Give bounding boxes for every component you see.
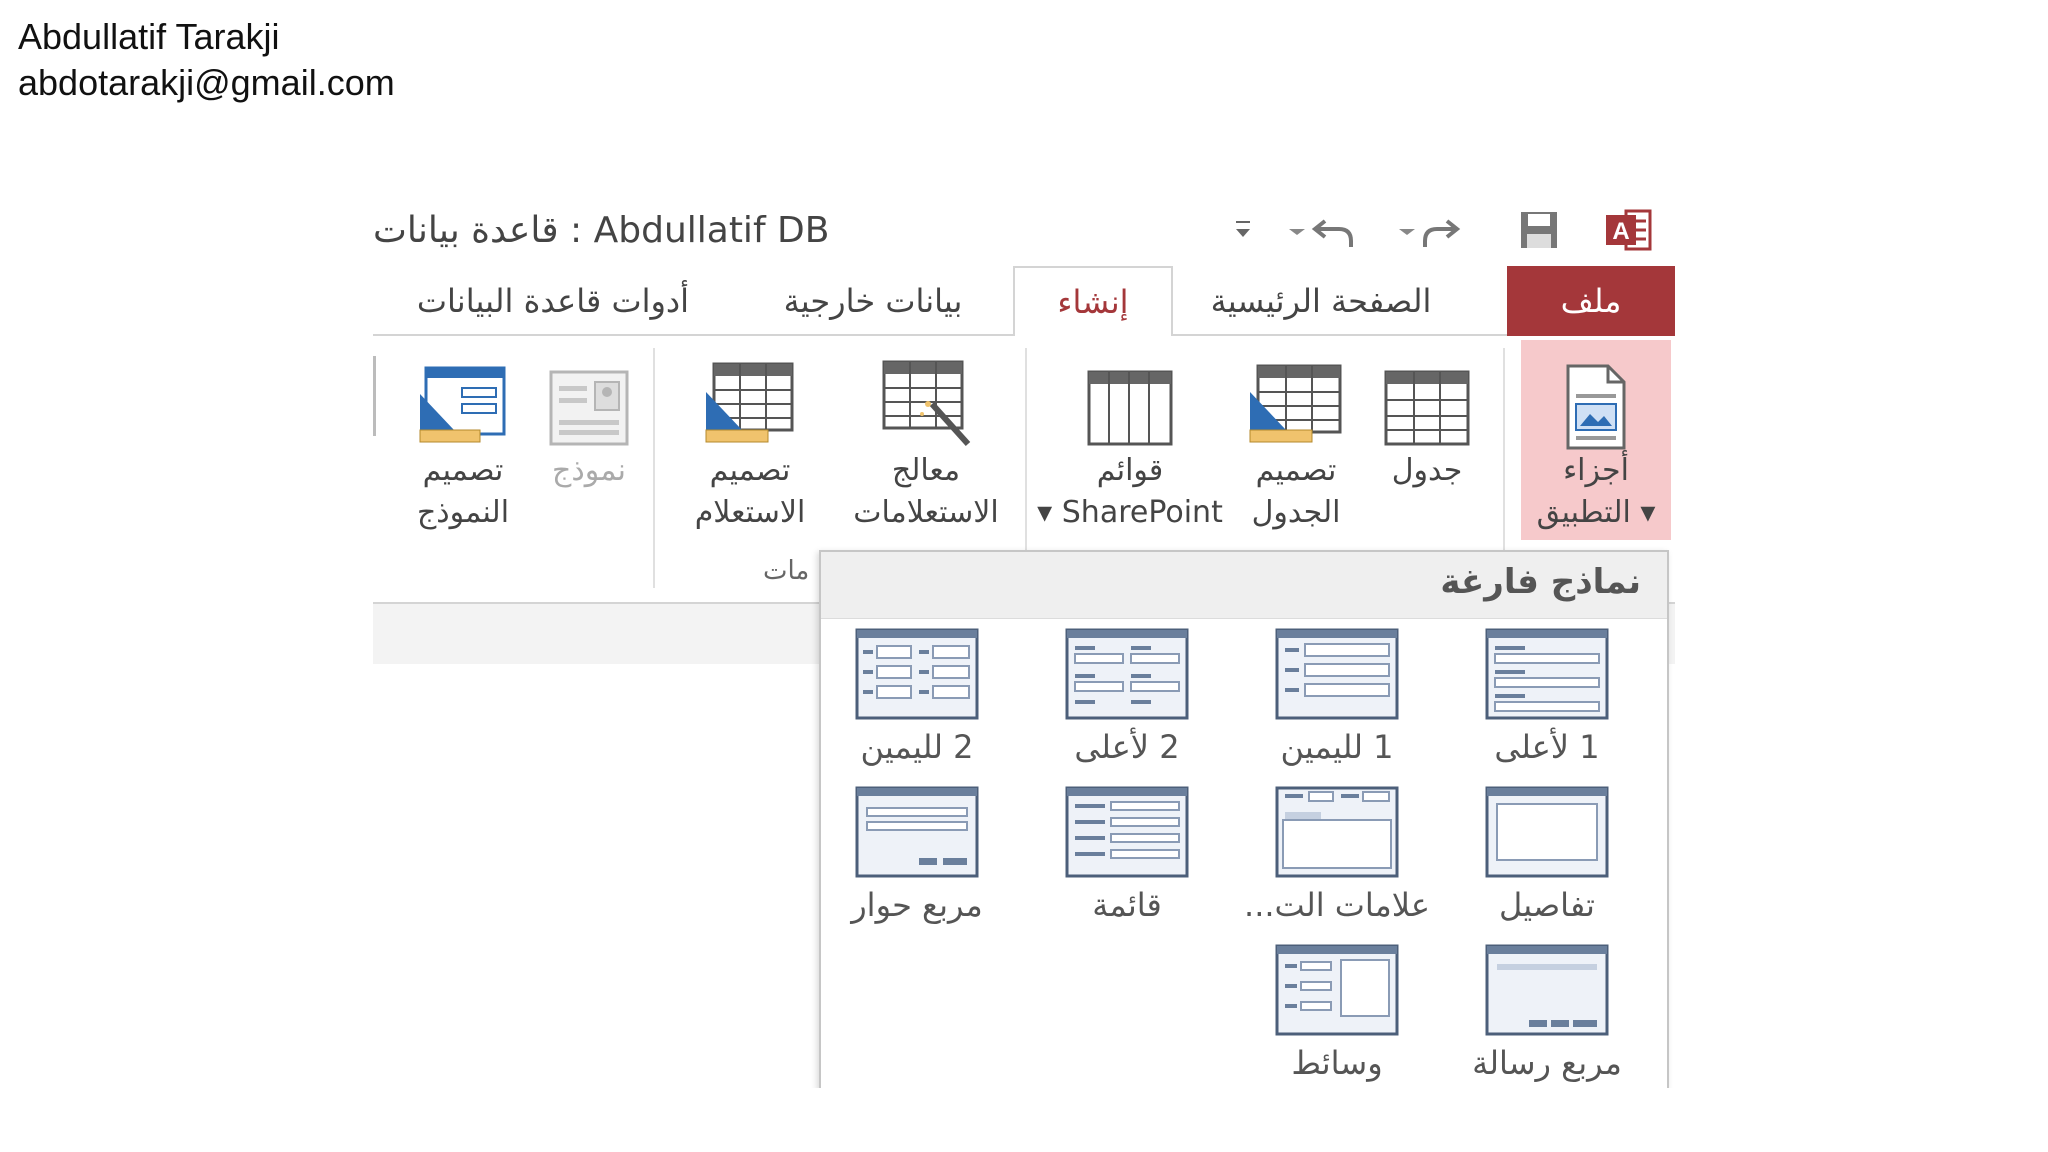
template-label: 1 لأعلى — [1494, 728, 1600, 766]
form-design-label-1: تصميم — [422, 453, 504, 488]
query-design-icon — [704, 350, 796, 450]
template-label: علامات الت... — [1244, 886, 1430, 924]
form-design-icon — [418, 350, 508, 450]
template-label: وسائط — [1291, 1044, 1383, 1082]
table-icon — [1382, 350, 1472, 450]
template-message-box[interactable]: مربع رسالة — [1457, 944, 1637, 1088]
application-parts-icon — [1564, 350, 1628, 450]
author-email: abdotarakji@gmail.com — [18, 62, 395, 103]
access-window: Abdullatif DB : قاعدة بيانات A أدوات قاع… — [373, 196, 1675, 1088]
author-info: Abdullatif Tarakji abdotarakji@gmail.com — [18, 14, 395, 106]
ribbon-tabs: أدوات قاعدة البيانات بيانات خارجية إنشاء… — [373, 266, 1675, 338]
template-label: مربع رسالة — [1472, 1044, 1622, 1082]
media-icon — [1275, 944, 1399, 1036]
application-parts-button[interactable]: أجزاء التطبيق ▾ — [1521, 340, 1671, 540]
redo-icon[interactable] — [1391, 202, 1467, 258]
query-wizard-button[interactable]: معالج الاستعلامات — [831, 340, 1021, 540]
template-2-top[interactable]: 2 لأعلى — [1037, 628, 1217, 786]
template-label: مربع حوار — [851, 886, 983, 924]
application-parts-label-2: التطبيق ▾ — [1536, 495, 1656, 530]
table-design-label-2: الجدول — [1251, 495, 1341, 530]
template-tabs[interactable]: علامات الت... — [1244, 786, 1430, 944]
template-1-right[interactable]: 1 لليمين — [1247, 628, 1427, 786]
template-label: 1 لليمين — [1280, 728, 1394, 766]
form-icon — [547, 350, 631, 450]
undo-icon[interactable] — [1281, 202, 1357, 258]
template-media[interactable]: وسائط — [1247, 944, 1427, 1088]
template-label: 2 لأعلى — [1074, 728, 1180, 766]
template-label: تفاصيل — [1499, 886, 1595, 924]
customize-icon[interactable] — [1225, 202, 1261, 258]
template-1-top[interactable]: 1 لأعلى — [1457, 628, 1637, 786]
message-box-icon — [1485, 944, 1609, 1036]
query-design-label-1: تصميم — [709, 453, 791, 488]
ribbon-edge — [373, 356, 376, 436]
tab-file[interactable]: ملف — [1507, 266, 1675, 336]
query-wizard-label-2: الاستعلامات — [853, 495, 999, 530]
title-bar: Abdullatif DB : قاعدة بيانات A — [373, 196, 1675, 266]
table-button[interactable]: جدول — [1367, 340, 1487, 540]
blank-forms-dropdown: نماذج فارغة 1 لأعلى 1 لليمين 2 لأعلى 2 ل… — [819, 550, 1669, 1088]
application-parts-label-1: أجزاء — [1563, 453, 1629, 488]
2-top-icon — [1065, 628, 1189, 720]
details-icon — [1485, 786, 1609, 878]
template-details[interactable]: تفاصيل — [1457, 786, 1637, 944]
query-wizard-icon — [878, 350, 974, 450]
template-label: قائمة — [1092, 886, 1162, 924]
group-separator — [653, 348, 655, 588]
list-icon — [1065, 786, 1189, 878]
dropdown-header: نماذج فارغة — [821, 552, 1667, 619]
table-design-icon — [1248, 350, 1344, 450]
tabs-icon — [1275, 786, 1399, 878]
save-icon[interactable] — [1515, 202, 1563, 258]
author-name: Abdullatif Tarakji — [18, 16, 280, 57]
table-label-1: جدول — [1391, 453, 1463, 488]
2-right-icon — [855, 628, 979, 720]
form-design-label-2: النموذج — [416, 495, 510, 530]
1-top-icon — [1485, 628, 1609, 720]
form-label-1: نموذج — [552, 453, 626, 488]
table-design-label-1: تصميم — [1255, 453, 1337, 488]
1-right-icon — [1275, 628, 1399, 720]
sharepoint-lists-button[interactable]: قوائم ▾ SharePoint — [1035, 340, 1225, 540]
query-design-label-2: الاستعلام — [694, 495, 806, 530]
form-button[interactable]: نموذج — [529, 340, 649, 540]
query-wizard-label-1: معالج — [891, 453, 961, 488]
form-design-button[interactable]: تصميم النموذج — [393, 340, 533, 540]
sharepoint-lists-icon — [1085, 350, 1175, 450]
tab-external-data[interactable]: بيانات خارجية — [743, 266, 1003, 336]
template-dialog[interactable]: مربع حوار — [827, 786, 1007, 944]
sharepoint-lists-label-1: قوائم — [1096, 453, 1164, 488]
access-logo-icon: A — [1599, 202, 1659, 258]
query-design-button[interactable]: تصميم الاستعلام — [665, 340, 835, 540]
tab-home[interactable]: الصفحة الرئيسية — [1185, 266, 1457, 336]
svg-text:A: A — [1612, 218, 1629, 245]
tab-create[interactable]: إنشاء — [1013, 266, 1173, 338]
template-label: 2 لليمين — [860, 728, 974, 766]
queries-group-label: مات — [763, 556, 810, 586]
sharepoint-lists-label-2: ▾ SharePoint — [1037, 495, 1223, 530]
template-2-right[interactable]: 2 لليمين — [827, 628, 1007, 786]
table-design-button[interactable]: تصميم الجدول — [1231, 340, 1361, 540]
tab-database-tools[interactable]: أدوات قاعدة البيانات — [383, 266, 723, 336]
dialog-icon — [855, 786, 979, 878]
window-title: Abdullatif DB : قاعدة بيانات — [373, 210, 830, 251]
template-list[interactable]: قائمة — [1037, 786, 1217, 944]
dropdown-header-label: نماذج فارغة — [1440, 562, 1641, 602]
